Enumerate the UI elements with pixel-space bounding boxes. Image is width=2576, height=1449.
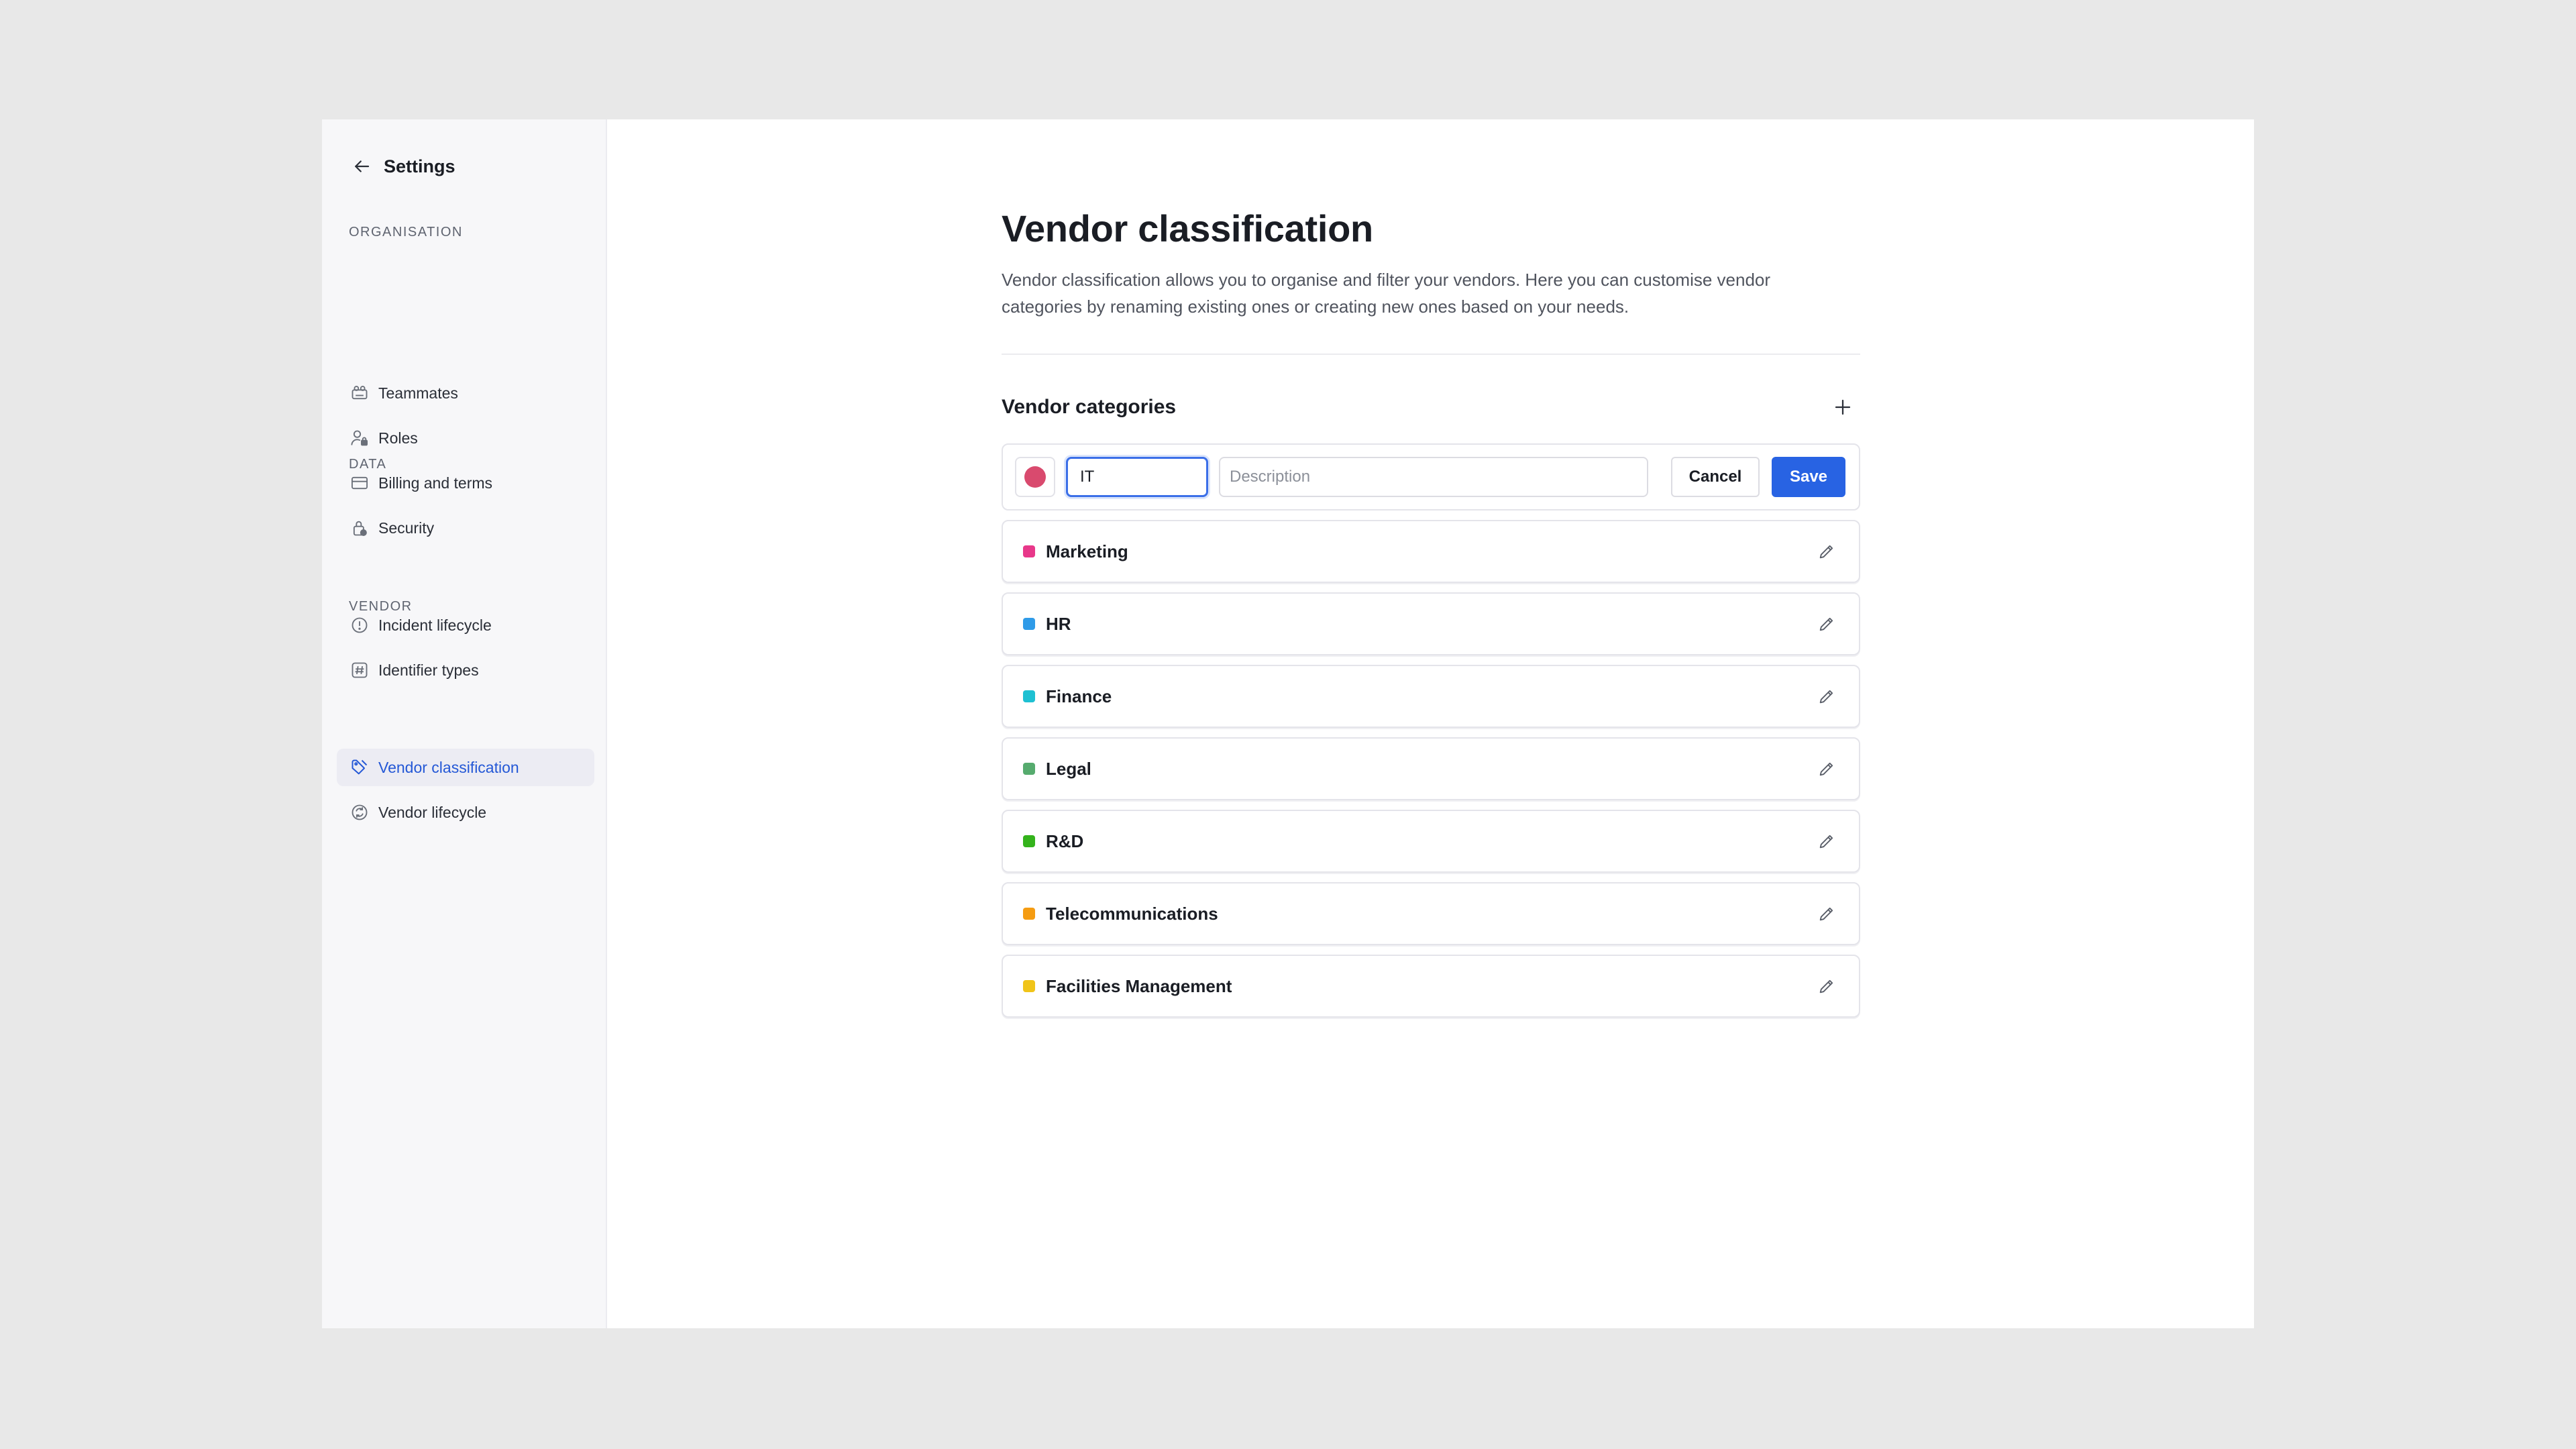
sidebar-item-vendor-lifecycle[interactable]: Vendor lifecycle [337,794,594,831]
category-row: Facilities Management [1002,955,1860,1018]
arrow-left-icon [352,156,372,176]
page-title: Vendor classification [1002,207,1373,250]
cancel-button[interactable]: Cancel [1671,457,1760,497]
section-label-vendor: VENDOR [349,599,413,614]
section-label-organisation: ORGANISATION [349,225,463,239]
category-name: Marketing [1046,541,1128,561]
edit-category-button[interactable] [1813,755,1840,782]
category-name: Telecommunications [1046,903,1218,924]
sidebar-item-label: Identifier types [378,661,479,679]
save-button[interactable]: Save [1772,457,1845,497]
categories-title: Vendor categories [1002,396,1177,418]
category-name: HR [1046,613,1071,634]
category-name: R&D [1046,830,1084,851]
sidebar-item-identifier-types[interactable]: Identifier types [337,651,594,689]
credit-card-icon [350,474,369,492]
tag-icon [350,758,369,777]
sidebar-item-label: Security [378,519,435,537]
color-dot [1024,466,1046,488]
user-lock-icon [350,429,369,447]
category-row: Legal [1002,737,1860,800]
color-picker-button[interactable] [1015,457,1055,497]
category-description-input[interactable] [1219,457,1648,497]
edit-category-button[interactable] [1813,683,1840,710]
sidebar-item-vendor-classification[interactable]: Vendor classification [337,749,594,786]
pencil-icon [1819,835,1833,849]
category-name: Finance [1046,686,1112,706]
back-label: Settings [384,156,455,176]
pencil-icon [1819,690,1833,704]
edit-category-button[interactable] [1813,828,1840,855]
edit-category-button[interactable] [1813,973,1840,1000]
alert-circle-icon [350,616,369,635]
sidebar-item-label: Vendor lifecycle [378,803,487,821]
category-name: Legal [1046,758,1091,779]
pencil-icon [1819,545,1833,559]
category-color-swatch [1023,908,1035,920]
category-row: HR [1002,592,1860,655]
sidebar: Settings ORGANISATION Teammates Roles Bi… [322,119,607,1328]
category-color-swatch [1023,618,1035,630]
category-color-swatch [1023,763,1035,775]
content-column: Vendor classification Vendor classificat… [1002,207,1860,1018]
sidebar-item-security[interactable]: Security [337,509,594,547]
page-description: Vendor classification allows you to orga… [1002,270,1771,317]
settings-window: Settings ORGANISATION Teammates Roles Bi… [322,119,2254,1328]
pencil-icon [1819,617,1833,631]
category-color-swatch [1023,835,1035,847]
category-edit-row: Cancel Save [1002,443,1860,511]
category-list: Marketing HR Finance Legal R&D Telecommu… [1002,520,1860,1018]
edit-category-button[interactable] [1813,538,1840,565]
category-color-swatch [1023,980,1035,992]
main-content: Vendor classification Vendor classificat… [607,119,2254,1328]
categories-header: Vendor categories [1002,390,1860,425]
sidebar-item-label: Roles [378,429,418,447]
sidebar-item-teammates[interactable]: Teammates [337,374,594,412]
sidebar-item-label: Billing and terms [378,474,493,492]
section-label-data: DATA [349,457,387,472]
sidebar-item-label: Vendor classification [378,758,519,776]
category-row: Telecommunications [1002,882,1860,945]
category-row: Marketing [1002,520,1860,583]
divider [1002,354,1860,355]
category-name: Facilities Management [1046,975,1232,996]
plus-icon [1835,399,1851,415]
pencil-icon [1819,762,1833,776]
lock-icon [350,519,369,537]
hash-icon [350,661,369,680]
back-to-settings-button[interactable]: Settings [352,148,455,185]
edit-category-button[interactable] [1813,900,1840,927]
category-color-swatch [1023,690,1035,702]
add-category-button[interactable] [1825,390,1860,425]
category-name-input[interactable] [1066,457,1208,497]
teammates-icon [350,384,369,402]
pencil-icon [1819,907,1833,921]
category-color-swatch [1023,545,1035,557]
sidebar-item-label: Incident lifecycle [378,616,492,634]
sidebar-item-roles[interactable]: Roles [337,419,594,457]
category-row: R&D [1002,810,1860,873]
category-row: Finance [1002,665,1860,728]
cycle-icon [350,803,369,822]
edit-category-button[interactable] [1813,610,1840,637]
sidebar-item-label: Teammates [378,384,458,402]
pencil-icon [1819,979,1833,994]
